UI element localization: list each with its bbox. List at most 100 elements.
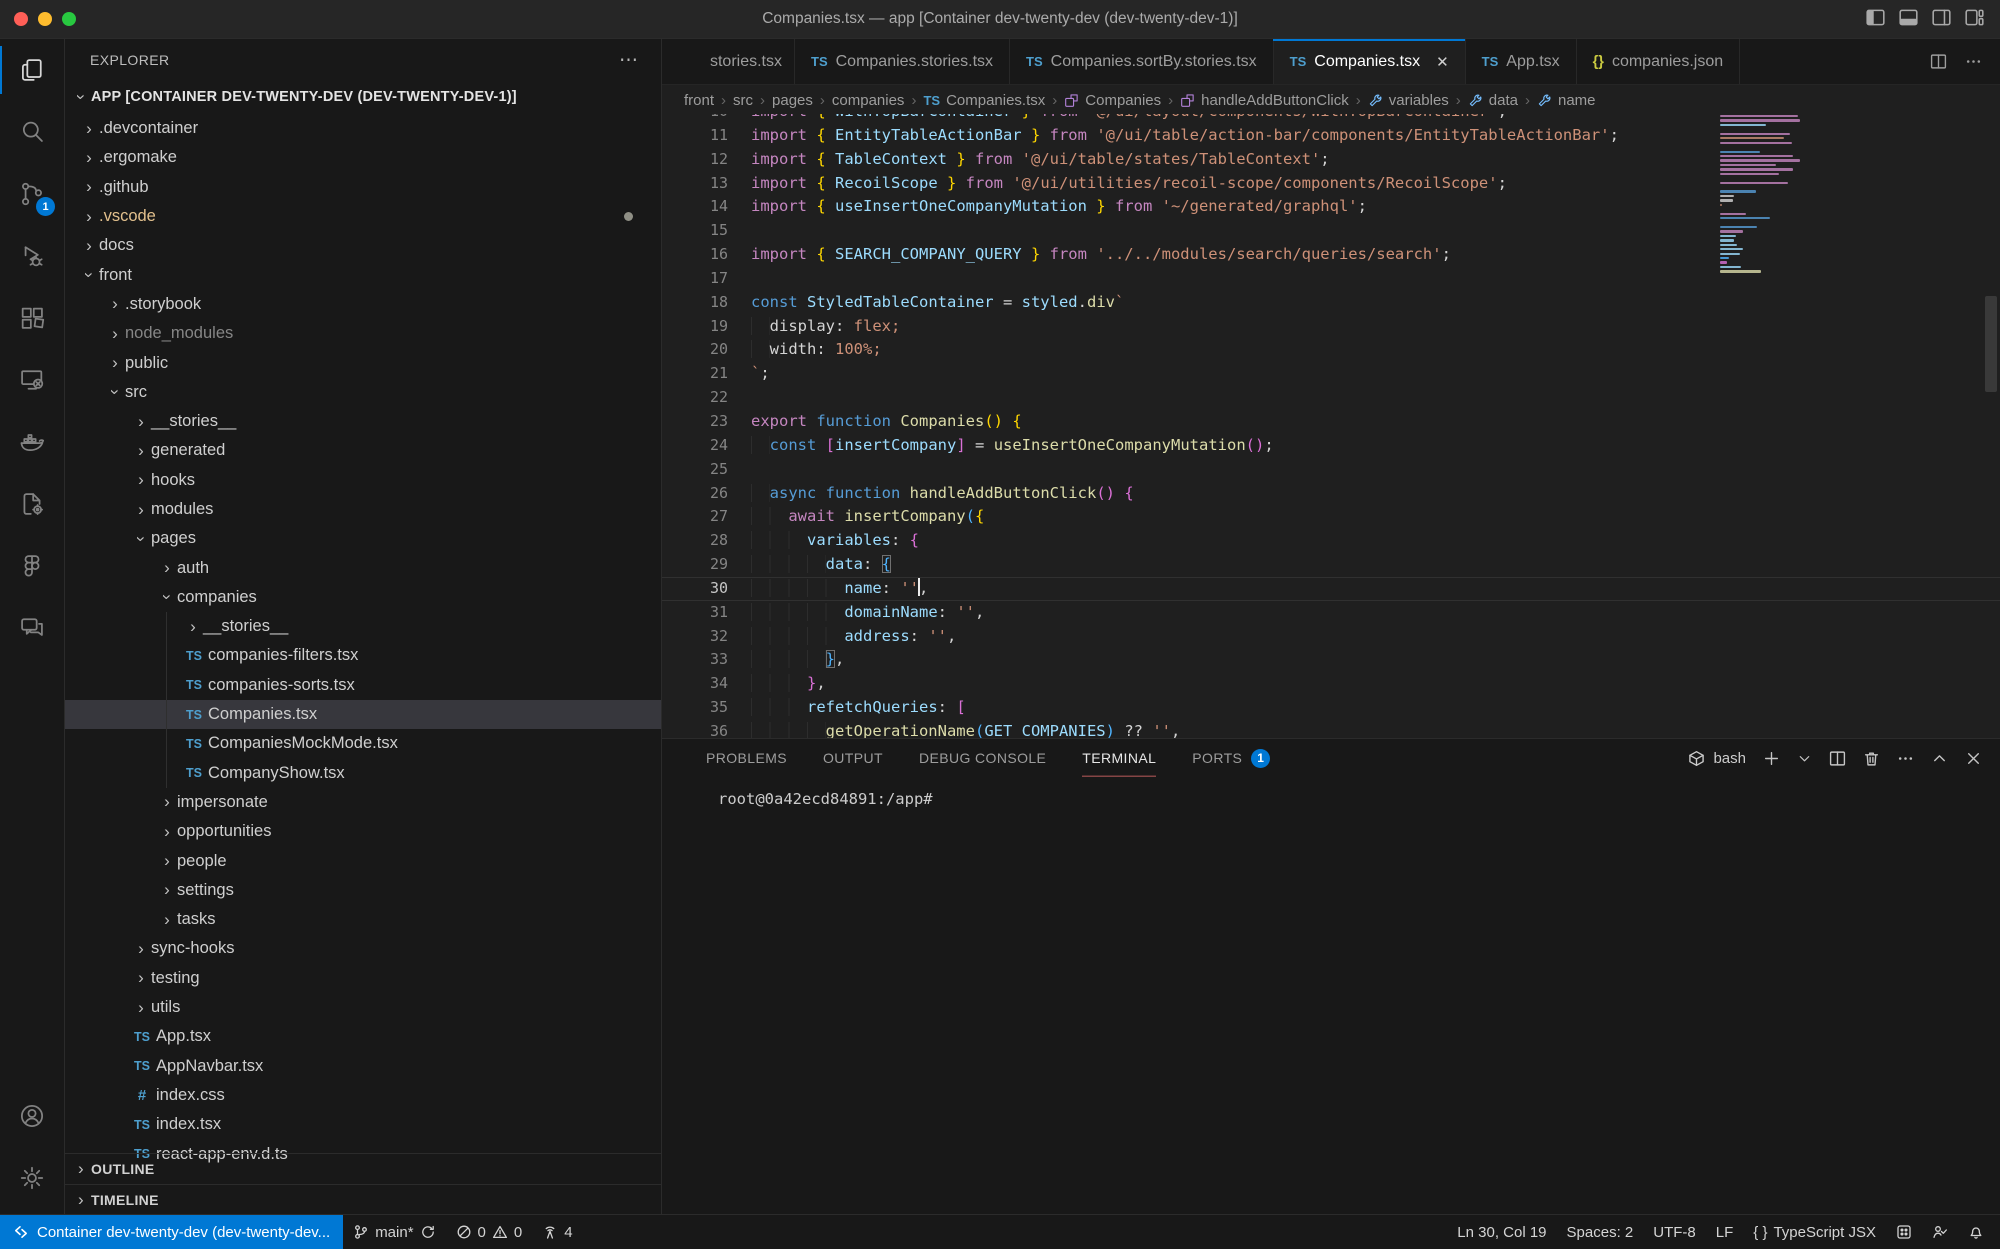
- tree-item-companyshow-tsx[interactable]: TSCompanyShow.tsx: [65, 759, 661, 788]
- zoom-window-button[interactable]: [62, 12, 76, 26]
- close-window-button[interactable]: [14, 12, 28, 26]
- terminal-profile[interactable]: bash: [1688, 750, 1746, 767]
- status-notifications[interactable]: [1958, 1215, 1994, 1249]
- tree-item-companies-tsx[interactable]: TSCompanies.tsx: [65, 700, 661, 729]
- explorer-section-header[interactable]: › APP [CONTAINER DEV-TWENTY-DEV (DEV-TWE…: [65, 81, 661, 112]
- section-header-outline[interactable]: ›OUTLINE: [65, 1153, 661, 1184]
- activity-item-run-debug[interactable]: [0, 225, 64, 287]
- breadcrumb-item-pages[interactable]: pages: [772, 92, 813, 109]
- tree-item-index-tsx[interactable]: TSindex.tsx: [65, 1110, 661, 1139]
- status-feedback[interactable]: [1922, 1215, 1958, 1249]
- status-indentation[interactable]: Spaces: 2: [1557, 1215, 1644, 1249]
- tree-item-front[interactable]: ›front: [65, 260, 661, 289]
- tree-item-public[interactable]: ›public: [65, 348, 661, 377]
- tab-stories-tsx[interactable]: stories.tsx: [662, 39, 795, 84]
- activity-item-explorer[interactable]: [0, 39, 64, 101]
- tree-item-impersonate[interactable]: ›impersonate: [65, 788, 661, 817]
- activity-item-source-control[interactable]: 1: [0, 163, 64, 225]
- code-editor[interactable]: 10import { WithTopBarContainer } from '@…: [662, 114, 2000, 738]
- status-ports[interactable]: 4: [532, 1215, 582, 1249]
- tree-item-node-modules[interactable]: ›node_modules: [65, 319, 661, 348]
- tab-companies-sortby-stories-tsx[interactable]: TSCompanies.sortBy.stories.tsx: [1010, 39, 1274, 84]
- breadcrumb-item-handleaddbuttonclick[interactable]: handleAddButtonClick: [1180, 92, 1349, 109]
- panel-tab-ports[interactable]: PORTS1: [1192, 739, 1270, 777]
- tree-item-stories[interactable]: ›__stories__: [65, 612, 661, 641]
- panel-tab-problems[interactable]: PROBLEMS: [706, 739, 787, 777]
- status-extension-grid[interactable]: [1886, 1215, 1922, 1249]
- breadcrumb-item-data[interactable]: data: [1468, 92, 1518, 109]
- minimize-window-button[interactable]: [38, 12, 52, 26]
- breadcrumb-item-front[interactable]: front: [684, 92, 714, 109]
- panel-tab-debug-console[interactable]: DEBUG CONSOLE: [919, 739, 1046, 777]
- split-editor-icon[interactable]: [1930, 53, 1947, 70]
- breadcrumb-item-companies[interactable]: companies: [832, 92, 905, 109]
- tree-item-opportunities[interactable]: ›opportunities: [65, 817, 661, 846]
- tree-item-docs[interactable]: ›docs: [65, 231, 661, 260]
- tree-item-companies[interactable]: ›companies: [65, 583, 661, 612]
- tree-item-pages[interactable]: ›pages: [65, 524, 661, 553]
- tree-item-vscode[interactable]: ›.vscode: [65, 202, 661, 231]
- status-eol[interactable]: LF: [1706, 1215, 1744, 1249]
- tree-item-settings[interactable]: ›settings: [65, 876, 661, 905]
- customize-layout-icon[interactable]: [1965, 9, 1984, 26]
- tree-item-appnavbar-tsx[interactable]: TSAppNavbar.tsx: [65, 1052, 661, 1081]
- tree-item-people[interactable]: ›people: [65, 846, 661, 875]
- tree-item-testing[interactable]: ›testing: [65, 964, 661, 993]
- activity-item-remote-explorer[interactable]: [0, 349, 64, 411]
- activity-item-figma[interactable]: [0, 535, 64, 597]
- tree-item-companiesmockmode-tsx[interactable]: TSCompaniesMockMode.tsx: [65, 729, 661, 758]
- section-header-timeline[interactable]: ›TIMELINE: [65, 1184, 661, 1215]
- chevron-up-icon[interactable]: [1931, 750, 1948, 767]
- editor-scrollbar[interactable]: [1985, 296, 1997, 392]
- minimap[interactable]: [1720, 115, 1802, 275]
- tree-item-companies-filters-tsx[interactable]: TScompanies-filters.tsx: [65, 641, 661, 670]
- status-cursor-position[interactable]: Ln 30, Col 19: [1447, 1215, 1556, 1249]
- breadcrumb-item-companies[interactable]: Companies: [1064, 92, 1161, 109]
- panel-tab-output[interactable]: OUTPUT: [823, 739, 883, 777]
- tab-companies-json[interactable]: {}companies.json: [1577, 39, 1740, 84]
- close-icon[interactable]: [1965, 750, 1982, 767]
- activity-item-docker[interactable]: [0, 411, 64, 473]
- tab-companies-stories-tsx[interactable]: TSCompanies.stories.tsx: [795, 39, 1010, 84]
- activity-item-extensions[interactable]: [0, 287, 64, 349]
- tree-item-hooks[interactable]: ›hooks: [65, 466, 661, 495]
- views-more-actions-icon[interactable]: ⋯: [619, 49, 639, 72]
- tree-item-devcontainer[interactable]: ›.devcontainer: [65, 114, 661, 143]
- plus-icon[interactable]: [1763, 750, 1780, 767]
- toggle-panel-icon[interactable]: [1899, 9, 1918, 26]
- tree-item-tasks[interactable]: ›tasks: [65, 905, 661, 934]
- breadcrumb-item-companies-tsx[interactable]: TSCompanies.tsx: [923, 92, 1045, 109]
- breadcrumb-item-src[interactable]: src: [733, 92, 753, 109]
- status-problems[interactable]: 00: [446, 1215, 533, 1249]
- tree-item-ergomake[interactable]: ›.ergomake: [65, 143, 661, 172]
- activity-item-accounts[interactable]: [0, 1085, 64, 1147]
- close-tab-icon[interactable]: ✕: [1436, 53, 1449, 71]
- breadcrumb-item-name[interactable]: name: [1537, 92, 1596, 109]
- tree-item-app-tsx[interactable]: TSApp.tsx: [65, 1022, 661, 1051]
- tree-item-auth[interactable]: ›auth: [65, 553, 661, 582]
- tree-item-storybook[interactable]: ›.storybook: [65, 290, 661, 319]
- tree-item-sync-hooks[interactable]: ›sync-hooks: [65, 934, 661, 963]
- tree-item-github[interactable]: ›.github: [65, 173, 661, 202]
- activity-item-dev-containers[interactable]: [0, 473, 64, 535]
- breadcrumb-item-variables[interactable]: variables: [1368, 92, 1449, 109]
- activity-item-settings[interactable]: [0, 1147, 64, 1209]
- tab-companies-tsx[interactable]: TSCompanies.tsx✕: [1274, 39, 1466, 84]
- activity-item-search[interactable]: [0, 101, 64, 163]
- status-encoding[interactable]: UTF-8: [1643, 1215, 1706, 1249]
- panel-tab-terminal[interactable]: TERMINAL: [1082, 739, 1156, 777]
- tree-item-companies-sorts-tsx[interactable]: TScompanies-sorts.tsx: [65, 671, 661, 700]
- more-actions-icon[interactable]: [1965, 53, 1982, 70]
- tree-item-index-css[interactable]: #index.css: [65, 1081, 661, 1110]
- chevron-down-icon[interactable]: [1797, 751, 1812, 766]
- ellipsis-icon[interactable]: [1897, 750, 1914, 767]
- status-git-branch[interactable]: main*: [343, 1215, 445, 1249]
- terminal-output[interactable]: root@0a42ecd84891:/app#: [662, 777, 2000, 808]
- tree-item-utils[interactable]: ›utils: [65, 993, 661, 1022]
- toggle-primary-sidebar-icon[interactable]: [1866, 9, 1885, 26]
- tree-item-generated[interactable]: ›generated: [65, 436, 661, 465]
- activity-item-comments[interactable]: [0, 597, 64, 659]
- tree-item-src[interactable]: ›src: [65, 378, 661, 407]
- remote-indicator[interactable]: Container dev-twenty-dev (dev-twenty-dev…: [0, 1215, 343, 1249]
- tree-item-modules[interactable]: ›modules: [65, 495, 661, 524]
